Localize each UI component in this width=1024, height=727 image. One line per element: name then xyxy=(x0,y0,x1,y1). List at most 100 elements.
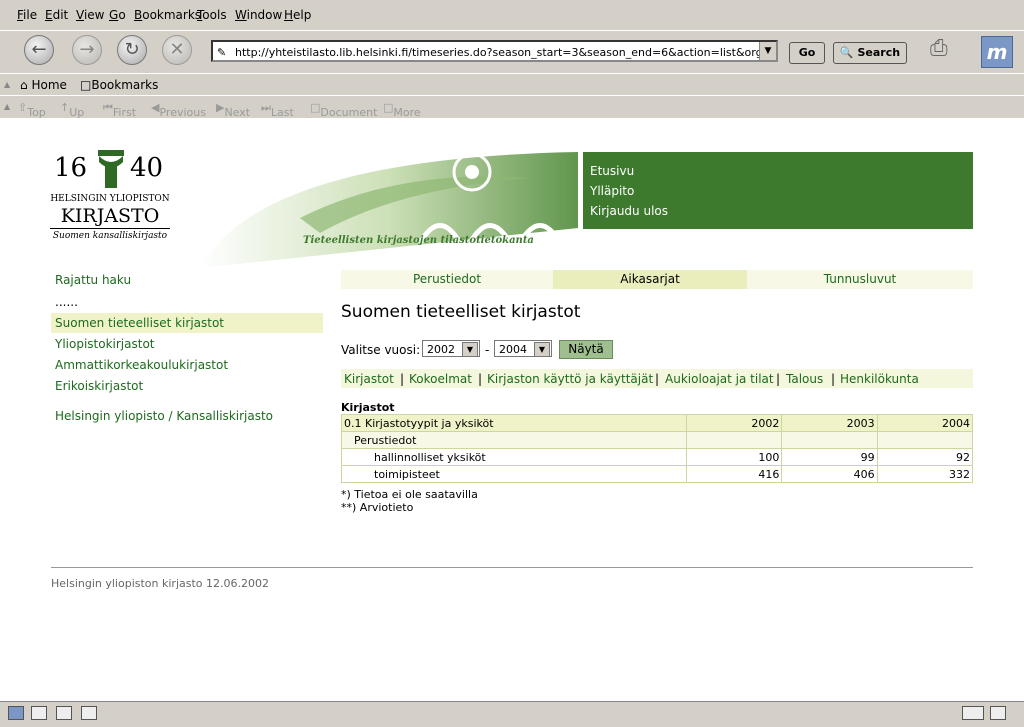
tab-bar: Perustiedot Aikasarjat Tunnusluvut xyxy=(341,270,973,289)
nav-last[interactable]: ⏭ Last xyxy=(261,101,294,119)
table-header-row: 0.1 Kirjastotyypit ja yksiköt 2002 2003 … xyxy=(341,414,974,432)
nav-more[interactable]: □ More xyxy=(383,101,421,119)
year-label: Valitse vuosi: xyxy=(341,343,421,357)
page-content: 16 40 HELSINGIN YLIOPISTON KIRJASTO Suom… xyxy=(0,118,1024,701)
menu-file[interactable]: File xyxy=(17,8,37,22)
cat-separator: | xyxy=(776,372,781,386)
link-etusivu[interactable]: Etusivu xyxy=(590,164,634,178)
category-bar: Kirjastot | Kokoelmat | Kirjaston käyttö… xyxy=(341,369,973,388)
cat-aukioloajat[interactable]: Aukioloajat ja tilat xyxy=(665,372,774,386)
status-bar xyxy=(0,701,1024,727)
site-navigation-bar: ▲ ⇧ Top ↑ Up ⏮ First ◀ Previous ▶ Next ⏭… xyxy=(0,95,1024,119)
cat-kokoelmat[interactable]: Kokoelmat xyxy=(409,372,472,386)
reload-button[interactable]: ↻ xyxy=(117,35,147,65)
home-label: Home xyxy=(31,78,67,92)
cat-kirjastot[interactable]: Kirjastot xyxy=(344,372,394,386)
forward-button[interactable]: → xyxy=(72,35,102,65)
table-cell: 406 xyxy=(781,465,878,483)
sidebar-item-erikoiskirjastot[interactable]: Erikoiskirjastot xyxy=(55,379,143,393)
table-row: hallinnolliset yksiköt 100 99 92 xyxy=(341,448,974,466)
cat-kaytto[interactable]: Kirjaston käyttö ja käyttäjät xyxy=(487,372,653,386)
link-kirjaudu-ulos[interactable]: Kirjaudu ulos xyxy=(590,204,668,218)
sidebar-item-suomen-tieteelliset[interactable]: Suomen tieteelliset kirjastot xyxy=(55,316,224,330)
page-icon: ✎ xyxy=(217,46,227,59)
composer-icon[interactable] xyxy=(56,706,72,720)
menu-window[interactable]: Window xyxy=(235,8,282,22)
chevron-down-icon: ▼ xyxy=(534,342,550,357)
header-links: Etusivu Ylläpito Kirjaudu ulos xyxy=(583,152,973,229)
tab-perustiedot[interactable]: Perustiedot xyxy=(341,270,553,289)
cat-separator: | xyxy=(478,372,483,386)
cat-separator: | xyxy=(831,372,836,386)
tab-tunnusluvut[interactable]: Tunnusluvut xyxy=(747,270,973,289)
online-status-icon xyxy=(962,706,984,720)
menu-view[interactable]: View xyxy=(76,8,104,22)
year-separator: - xyxy=(485,343,490,357)
cat-separator: | xyxy=(400,372,405,386)
table-header-cell: 0.1 Kirjastotyypit ja yksiköt xyxy=(341,414,687,432)
show-button[interactable]: Näytä xyxy=(559,340,613,359)
cat-talous[interactable]: Talous xyxy=(786,372,823,386)
header-banner xyxy=(200,148,580,268)
sidebar-item-dots: ...... xyxy=(55,295,78,309)
menu-bookmarks[interactable]: Bookmarks xyxy=(134,8,201,22)
personal-toolbar: ▲ ⌂ Home □Bookmarks xyxy=(0,73,1024,96)
url-text: http://yhteistilasto.lib.helsinki.fi/tim… xyxy=(235,46,778,59)
mail-icon[interactable] xyxy=(31,706,47,720)
menu-edit[interactable]: Edit xyxy=(45,8,68,22)
cat-henkilokunta[interactable]: Henkilökunta xyxy=(840,372,919,386)
toolbar-grip-icon[interactable]: ▲ xyxy=(4,102,10,111)
sidebar-item-helsingin-yliopisto[interactable]: Helsingin yliopisto / Kansalliskirjasto xyxy=(55,409,273,423)
table-cell: 92 xyxy=(876,448,974,466)
nav-next[interactable]: ▶ Next xyxy=(216,101,250,119)
url-input[interactable]: ✎ http://yhteistilasto.lib.helsinki.fi/t… xyxy=(211,40,778,62)
url-dropdown-icon[interactable]: ▼ xyxy=(759,42,776,60)
link-yllapito[interactable]: Ylläpito xyxy=(590,184,634,198)
search-icon: 🔍 xyxy=(839,46,854,59)
menu-bar: File Edit View Go Bookmarks Tools Window… xyxy=(0,0,1024,30)
menu-go[interactable]: Go xyxy=(109,8,126,22)
note-not-available: *) Tietoa ei ole saatavilla xyxy=(341,488,478,501)
sidebar-item-ammattikorkeakoulu[interactable]: Ammattikorkeakoulukirjastot xyxy=(55,358,228,372)
logo-year-right: 40 xyxy=(130,153,164,183)
table-cell: 416 xyxy=(685,465,783,483)
address-book-icon[interactable] xyxy=(81,706,97,720)
sidebar-item-yliopistokirjastot[interactable]: Yliopistokirjastot xyxy=(55,337,155,351)
table-group-row: Perustiedot xyxy=(341,431,974,449)
nav-up[interactable]: ↑ Up xyxy=(60,101,84,119)
year-end-select[interactable]: 2004 ▼ xyxy=(494,340,552,357)
menu-help[interactable]: Help xyxy=(284,8,311,22)
banner-graphic xyxy=(200,152,578,268)
sidebar-item-rajattu-haku[interactable]: Rajattu haku xyxy=(55,273,131,287)
home-link[interactable]: ⌂ Home xyxy=(20,78,67,92)
menu-tools[interactable]: Tools xyxy=(197,8,227,22)
table-cell: 100 xyxy=(685,448,783,466)
stop-button[interactable]: ✕ xyxy=(162,35,192,65)
print-icon[interactable]: ⎙ xyxy=(930,34,964,64)
toolbar-grip-icon[interactable]: ▲ xyxy=(4,80,10,89)
nav-previous[interactable]: ◀ Previous xyxy=(151,101,206,119)
bookmarks-link[interactable]: □Bookmarks xyxy=(80,78,158,92)
bookmarks-label: Bookmarks xyxy=(91,78,159,92)
navigator-icon[interactable] xyxy=(8,706,24,720)
table-cell: hallinnolliset yksiköt xyxy=(341,448,687,466)
back-button[interactable]: ← xyxy=(24,35,54,65)
table-group-label: Perustiedot xyxy=(341,431,687,449)
mozilla-logo-icon[interactable]: m xyxy=(981,36,1013,68)
nav-document[interactable]: □ Document xyxy=(310,101,377,119)
note-estimate: **) Arviotieto xyxy=(341,501,414,514)
nav-top[interactable]: ⇧ Top xyxy=(18,101,46,119)
nav-first[interactable]: ⏮ First xyxy=(103,101,136,119)
site-tagline: Tieteellisten kirjastojen tilastotietoka… xyxy=(303,235,534,246)
table-header-cell: 2004 xyxy=(876,414,974,432)
logo-year-left: 16 xyxy=(54,153,88,183)
go-button[interactable]: Go xyxy=(789,42,825,64)
statistics-table: 0.1 Kirjastotyypit ja yksiköt 2002 2003 … xyxy=(341,414,974,483)
logo-line1: HELSINGIN YLIOPISTON xyxy=(50,194,170,204)
cat-separator: | xyxy=(655,372,660,386)
column-capital-icon xyxy=(96,148,126,188)
search-button[interactable]: 🔍 Search xyxy=(833,42,907,64)
table-cell: 99 xyxy=(781,448,878,466)
tab-aikasarjat[interactable]: Aikasarjat xyxy=(553,270,747,289)
year-start-select[interactable]: 2002 ▼ xyxy=(422,340,480,357)
